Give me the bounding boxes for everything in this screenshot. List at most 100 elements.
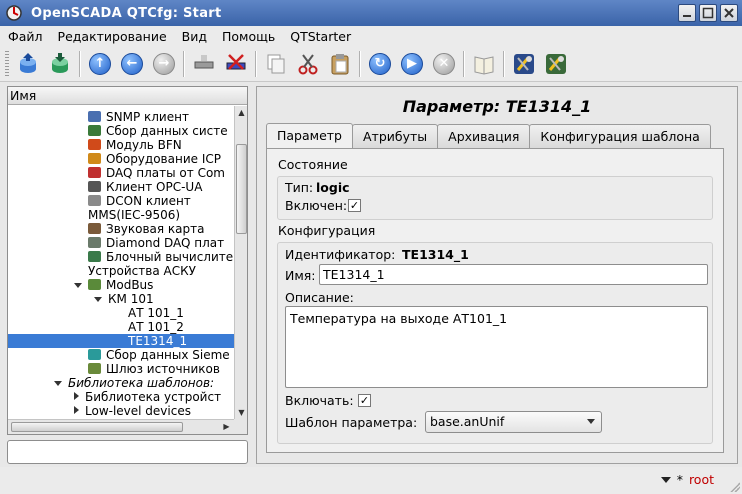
tree-item-label: Клиент OPC-UA	[106, 180, 203, 194]
tab-bar: Параметр Атрибуты Архивация Конфигурация…	[266, 123, 711, 148]
maximize-button[interactable]	[699, 4, 717, 22]
state-group: Тип: logic Включен: ✓	[277, 176, 713, 220]
tree-item[interactable]: Diamond DAQ плат	[8, 236, 234, 250]
minimize-button[interactable]	[678, 4, 696, 22]
expand-arrow-right-icon[interactable]	[74, 392, 79, 400]
tree-item[interactable]: Шлюз источников	[8, 362, 234, 376]
description-textarea[interactable]: Температура на выходе АТ101_1	[285, 306, 708, 388]
tree-item-label: АТ 101_1	[128, 306, 184, 320]
window-title: OpenSCADA QTCfg: Start	[31, 5, 222, 21]
menu-qtstarter[interactable]: QTStarter	[282, 29, 358, 44]
refresh-icon: ↻	[369, 52, 391, 75]
tree-item[interactable]: Клиент OPC-UA	[8, 180, 234, 194]
resize-grip-icon[interactable]	[730, 482, 740, 492]
scroll-thumb[interactable]	[236, 144, 247, 234]
tools-icon	[546, 53, 566, 74]
tree-item[interactable]: DAQ платы от Com	[8, 166, 234, 180]
tree-item[interactable]: КМ 101	[8, 292, 234, 306]
scroll-corner	[234, 419, 247, 434]
add-item-button[interactable]	[191, 51, 217, 77]
scroll-right-arrow-icon[interactable]: ▶	[221, 421, 232, 432]
book-icon	[474, 55, 494, 75]
tree-item[interactable]: Библиотека шаблонов:	[8, 376, 234, 390]
db-save-icon	[52, 52, 68, 73]
tree-item-label: Устройства АСКУ	[88, 264, 196, 278]
navigation-tree[interactable]: Имя SNMP клиент Сбор данных систе Модуль B…	[7, 86, 248, 435]
refresh-button[interactable]: ↻	[367, 51, 393, 77]
module-icon	[88, 279, 101, 290]
module-icon	[88, 363, 101, 374]
toolbar-grip[interactable]	[5, 50, 9, 77]
tree-item[interactable]: MMS(IEC-9506)	[8, 208, 234, 222]
back-button[interactable]: ←	[119, 51, 145, 77]
tree-item[interactable]: TE1314_1	[8, 334, 234, 348]
stop-button[interactable]: ✕	[431, 51, 457, 77]
scroll-up-arrow-icon[interactable]: ▲	[236, 107, 247, 118]
template-select[interactable]: base.anUnif	[425, 411, 602, 433]
enable-checkbox[interactable]: ✓	[358, 394, 371, 407]
tree-item[interactable]: Звуковая карта	[8, 222, 234, 236]
expand-arrow-down-icon[interactable]	[74, 283, 82, 288]
start-button[interactable]: ▶	[399, 51, 425, 77]
tree-header[interactable]: Имя	[8, 87, 247, 105]
load-db-button[interactable]	[15, 51, 41, 77]
tree-vertical-scrollbar[interactable]: ▲ ▼	[234, 106, 247, 419]
tab-attributes[interactable]: Атрибуты	[352, 124, 439, 148]
tab-archiving[interactable]: Архивация	[437, 124, 531, 148]
scissors-icon	[298, 53, 318, 74]
tree-item-label: DAQ платы от Com	[106, 166, 225, 180]
module-icon	[88, 153, 101, 164]
tree-item[interactable]: АТ 101_1	[8, 306, 234, 320]
scroll-thumb[interactable]	[11, 422, 183, 432]
chevron-down-icon[interactable]	[660, 476, 671, 483]
enabled-checkbox[interactable]: ✓	[348, 199, 361, 212]
name-input[interactable]: TE1314_1	[319, 264, 708, 285]
up-button[interactable]: ↑	[87, 51, 113, 77]
tree-item[interactable]: Low-level devices	[8, 404, 234, 418]
tree-item[interactable]: Библиотека устройст	[8, 390, 234, 404]
tree-item-label: Модуль BFN	[106, 138, 182, 152]
add-item-icon	[194, 54, 214, 68]
copy-button[interactable]	[263, 51, 289, 77]
tree-body: SNMP клиент Сбор данных систе Модуль BFN Об…	[8, 106, 234, 419]
save-db-button[interactable]	[47, 51, 73, 77]
module-config-button[interactable]	[511, 51, 537, 77]
expand-arrow-down-icon[interactable]	[94, 297, 102, 302]
cut-button[interactable]	[295, 51, 321, 77]
tree-item[interactable]: Сбор данных Sieme	[8, 348, 234, 362]
tree-item-label: Low-level devices	[85, 404, 191, 418]
menu-file[interactable]: Файл	[0, 29, 50, 44]
tab-parameter[interactable]: Параметр	[266, 123, 353, 148]
tree-item-label: Сбор данных систе	[106, 124, 228, 138]
paste-button[interactable]	[327, 51, 353, 77]
menu-view[interactable]: Вид	[174, 29, 214, 44]
tree-item[interactable]: SNMP клиент	[8, 110, 234, 124]
tab-template-config[interactable]: Конфигурация шаблона	[529, 124, 711, 148]
tree-item[interactable]: Модуль BFN	[8, 138, 234, 152]
close-window-button[interactable]	[720, 4, 738, 22]
tree-item[interactable]: DCON клиент	[8, 194, 234, 208]
paste-icon	[331, 53, 349, 74]
tree-filter-input[interactable]	[7, 440, 248, 464]
config-group: Идентификатор: TE1314_1 Имя: TE1314_1 Оп…	[277, 242, 713, 444]
menu-edit[interactable]: Редактирование	[50, 29, 174, 44]
manual-button[interactable]	[471, 51, 497, 77]
tree-item[interactable]: Блочный вычислите	[8, 250, 234, 264]
delete-item-icon	[226, 53, 246, 70]
delete-item-button[interactable]	[223, 51, 249, 77]
chevron-down-icon	[587, 419, 595, 424]
tree-item[interactable]: АТ 101_2	[8, 320, 234, 334]
tree-item[interactable]: Сбор данных систе	[8, 124, 234, 138]
scroll-down-arrow-icon[interactable]: ▼	[236, 407, 247, 418]
tree-item[interactable]: ModBus	[8, 278, 234, 292]
expand-arrow-right-icon[interactable]	[74, 406, 79, 414]
module-info-button[interactable]	[543, 51, 569, 77]
arrow-left-icon: ←	[121, 52, 143, 75]
expand-arrow-down-icon[interactable]	[54, 381, 62, 386]
forward-button[interactable]: →	[151, 51, 177, 77]
tree-item[interactable]: Оборудование ICP	[8, 152, 234, 166]
tree-item[interactable]: Устройства АСКУ	[8, 264, 234, 278]
current-user[interactable]: root	[689, 472, 714, 487]
menu-help[interactable]: Помощь	[214, 29, 282, 44]
tree-horizontal-scrollbar[interactable]: ▶	[8, 419, 234, 434]
